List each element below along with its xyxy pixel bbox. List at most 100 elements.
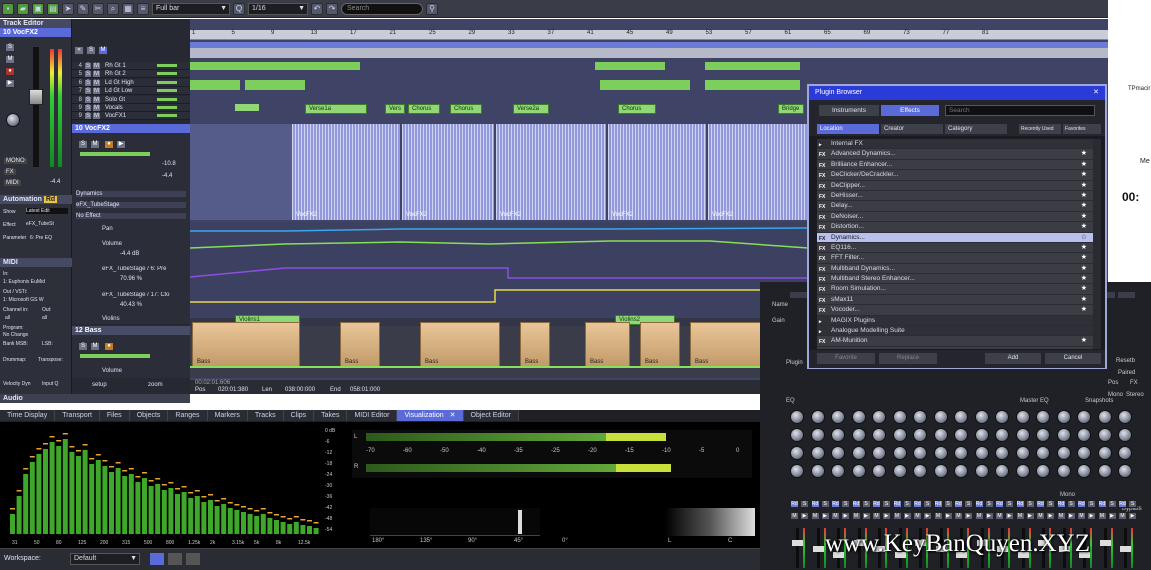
track-row[interactable]: 4 S M Rh Gt 1 xyxy=(72,62,190,70)
mixer-rd-button[interactable]: Rd xyxy=(1097,500,1107,508)
mixer-monitor-button[interactable]: ▶ xyxy=(1046,512,1055,520)
vocfx2-clip-1[interactable] xyxy=(292,124,400,220)
vocfx2-clip-4[interactable] xyxy=(608,124,706,220)
tab-visualization[interactable]: Visualization ✕ xyxy=(397,410,464,421)
mixer-fader-handle[interactable] xyxy=(792,540,803,546)
location-column[interactable]: Location xyxy=(817,124,879,134)
plugin-list-item[interactable]: FX Brilliance Enhancer... ★ xyxy=(817,160,1101,171)
plugin-list-item[interactable]: ▸ MAGIX Plugins xyxy=(817,315,1101,327)
star-icon[interactable]: ★ xyxy=(1081,274,1087,284)
pos-value[interactable]: 020:01:380 xyxy=(218,387,248,393)
mixer-rd-button[interactable]: Rd xyxy=(1036,500,1045,508)
plugin-list-item[interactable]: FX Distortion... ★ xyxy=(817,222,1101,233)
track-editor-record[interactable]: ● xyxy=(5,65,15,76)
mixer-strip-name[interactable] xyxy=(790,292,807,298)
track-solo[interactable]: S xyxy=(85,71,92,78)
gt-clip-6[interactable] xyxy=(705,62,800,70)
vocfx2-clip-3[interactable] xyxy=(496,124,606,220)
mixer-rd-button[interactable]: Rd xyxy=(913,500,922,508)
mixer-monitor-button[interactable]: ▶ xyxy=(1025,512,1035,520)
add-button[interactable]: Add xyxy=(985,353,1041,364)
global-mute-button[interactable]: M xyxy=(98,44,108,55)
plugin-list-scrollbar[interactable] xyxy=(1093,139,1101,349)
plugin-list-item[interactable]: ▸ Analogue Modelling Suite xyxy=(817,326,1101,337)
arrangement-part[interactable]: Verse2a xyxy=(513,104,549,114)
tubestage-slot[interactable]: eFX_TubeStage xyxy=(76,202,186,208)
mixer-mute-button[interactable]: M xyxy=(892,512,902,520)
mixer-eq-knob[interactable] xyxy=(1015,446,1030,460)
len-value[interactable]: 038:00:000 xyxy=(285,387,315,393)
plugin-list-item[interactable]: FX DeClipper... ★ xyxy=(817,181,1101,191)
bass-clip[interactable]: Bass xyxy=(340,322,380,368)
mixer-rd-button[interactable]: Rd xyxy=(1077,500,1086,508)
open-project-icon[interactable]: ▰ xyxy=(17,2,29,15)
mixer-monitor-button[interactable]: ▶ xyxy=(943,512,953,520)
mixer-eq-knob[interactable] xyxy=(1015,428,1030,442)
mixer-eq-knob[interactable] xyxy=(810,464,825,478)
star-icon[interactable]: ★ xyxy=(1081,149,1087,159)
mixer-eq-knob[interactable] xyxy=(933,410,948,424)
arrangement-part[interactable]: Bridge xyxy=(778,104,804,114)
bass-mute[interactable]: M xyxy=(90,340,100,351)
mixer-eq-knob[interactable] xyxy=(872,464,886,478)
tab-midi-editor[interactable]: MIDI Editor xyxy=(347,410,398,421)
mixer-eq-knob[interactable] xyxy=(1056,464,1071,478)
tab-clips[interactable]: Clips xyxy=(283,410,315,421)
no-effect-slot[interactable]: No Effect xyxy=(76,213,186,219)
star-icon[interactable]: ★ xyxy=(1081,305,1087,315)
midi-channel-out-value[interactable]: all xyxy=(42,315,47,321)
star-icon[interactable]: ★ xyxy=(1081,253,1087,263)
mixer-eq-knob[interactable] xyxy=(1077,446,1091,460)
mixer-eq-knob[interactable] xyxy=(1097,428,1112,442)
mixer-solo-button[interactable]: S xyxy=(902,500,912,508)
tab-takes[interactable]: Takes xyxy=(314,410,348,421)
mixer-eq-knob[interactable] xyxy=(790,464,804,478)
automation-effect-value[interactable]: eFX_TubeSt xyxy=(26,221,70,227)
mixer-monitor-button[interactable]: ▶ xyxy=(882,512,891,520)
mixer-eq-knob[interactable] xyxy=(851,464,866,478)
mixer-eq-knob[interactable] xyxy=(831,464,845,478)
mixer-eq-knob[interactable] xyxy=(1036,410,1050,424)
plugin-list-item[interactable]: ▸ Internal FX xyxy=(817,139,1101,150)
mixer-solo-button[interactable]: S xyxy=(1046,500,1055,508)
mixer-mute-button[interactable]: M xyxy=(1077,512,1086,520)
mixer-eq-knob[interactable] xyxy=(974,410,989,424)
vocfx2-record[interactable]: ● xyxy=(104,138,114,149)
mixer-eq-knob[interactable] xyxy=(851,428,866,442)
mixer-eq-knob[interactable] xyxy=(913,410,927,424)
scissors-tool-icon[interactable]: ✂ xyxy=(92,2,104,15)
track-mute[interactable]: M xyxy=(93,88,101,95)
mixer-eq-knob[interactable] xyxy=(913,464,927,478)
mixer-eq-knob[interactable] xyxy=(1036,464,1050,478)
star-icon[interactable]: ★ xyxy=(1081,181,1087,191)
mono-button[interactable]: MONO xyxy=(4,158,27,164)
mixer-eq-knob[interactable] xyxy=(1077,464,1091,478)
mixer-eq-knob[interactable] xyxy=(954,410,968,424)
mixer-monitor-button[interactable]: ▶ xyxy=(1087,512,1096,520)
setup-button[interactable]: setup xyxy=(92,382,107,388)
vocfx2-header-bar[interactable]: 10 VocFX2 xyxy=(72,124,190,133)
midi-program-value[interactable]: No Change xyxy=(3,332,28,338)
mixer-monitor-button[interactable]: ▶ xyxy=(841,512,850,520)
mixer-rd-button[interactable]: Rd xyxy=(974,500,984,508)
arrangement-part[interactable]: Chorus xyxy=(408,104,440,114)
track-mute[interactable]: M xyxy=(93,105,101,111)
mixer-eq-knob[interactable] xyxy=(1097,446,1112,460)
plugin-browser-titlebar[interactable]: Plugin Browser ✕ xyxy=(809,86,1105,100)
mixer-mute-button[interactable]: M xyxy=(995,512,1004,520)
mixer-rd-button[interactable]: Rd xyxy=(892,500,902,508)
vocfx2-clip-2[interactable] xyxy=(402,124,494,220)
bass-clip[interactable]: Bass xyxy=(585,322,630,368)
mixer-mute-button[interactable]: M xyxy=(1118,512,1127,520)
mixer-eq-knob[interactable] xyxy=(913,428,927,442)
mixer-eq-knob[interactable] xyxy=(1118,464,1132,478)
mixer-eq-knob[interactable] xyxy=(974,446,989,460)
bass-header-bar[interactable]: 12 Bass xyxy=(72,326,190,335)
plugin-list-item[interactable]: FX Dynamics... ☆ xyxy=(817,232,1101,243)
mixer-solo-button[interactable]: S xyxy=(820,500,830,508)
mixer-solo-button[interactable]: S xyxy=(1005,500,1014,508)
mixer-eq-knob[interactable] xyxy=(892,464,907,478)
collapse-tracks-button[interactable]: « xyxy=(74,44,84,55)
automation-mode[interactable]: Rd xyxy=(43,196,58,203)
tab-markers[interactable]: Markers xyxy=(207,410,248,421)
